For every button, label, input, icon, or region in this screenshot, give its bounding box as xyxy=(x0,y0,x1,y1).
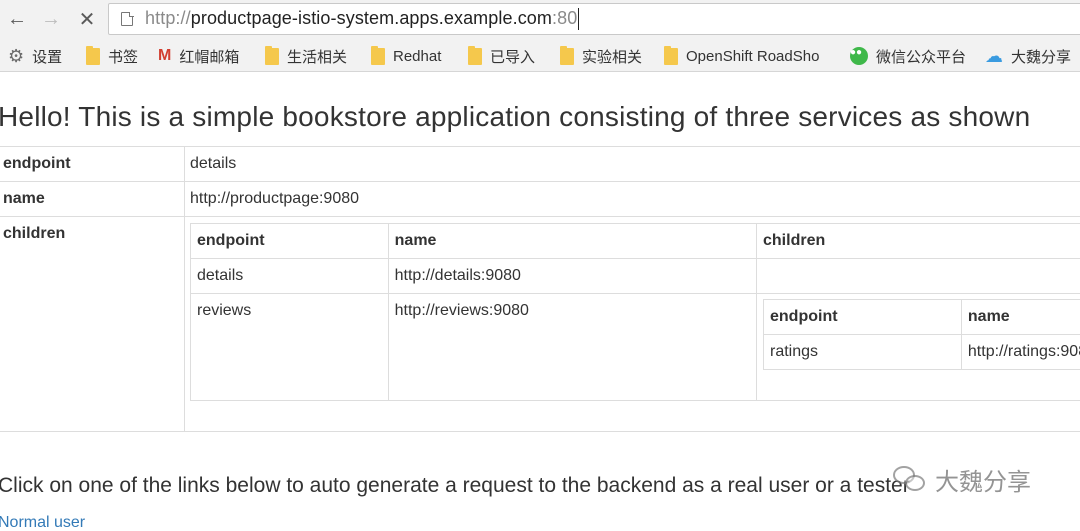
header-name: name xyxy=(960,299,1080,335)
browser-toolbar: ← → ✕ http://productpage-istio-system.ap… xyxy=(0,0,1080,40)
header-endpoint: endpoint xyxy=(763,299,962,335)
bookmark-redhat[interactable]: Redhat xyxy=(371,40,442,71)
forward-arrow-icon[interactable]: → xyxy=(38,6,64,32)
bookmark-label: 实验相关 xyxy=(582,48,643,66)
service-table: endpoint details name http://productpage… xyxy=(0,146,1080,432)
cell-children: endpoint name ratings http://ratings:908… xyxy=(756,293,1080,401)
bookmarks-bar: ⚙ 设置 书签 M 红帽邮箱 生活相关 Redhat 已导入 实验相关 OpenSh… xyxy=(0,40,1080,72)
bookmark-label: 微信公众平台 xyxy=(876,48,967,66)
cell-endpoint: details xyxy=(190,258,389,294)
cloud-icon: ☁ xyxy=(985,45,1003,66)
folder-icon xyxy=(468,45,482,65)
normal-user-link[interactable]: Normal user xyxy=(0,514,85,531)
endpoint-value: details xyxy=(184,146,1080,182)
page-icon xyxy=(121,11,134,26)
watermark: 大魏分享 xyxy=(893,462,1031,497)
bookmark-label: OpenShift RoadSho xyxy=(686,47,820,65)
bookmark-label: 生活相关 xyxy=(287,48,348,66)
bookmark-dawei[interactable]: ☁ 大魏分享 xyxy=(985,40,1072,71)
children-value: endpoint name children details http://de… xyxy=(184,216,1080,432)
url-port: :80 xyxy=(552,7,578,28)
bookmark-life[interactable]: 生活相关 xyxy=(265,40,348,71)
name-key: name xyxy=(0,181,185,217)
watermark-text: 大魏分享 xyxy=(935,469,1031,496)
gmail-icon: M xyxy=(158,47,172,64)
url-scheme: http:// xyxy=(145,7,191,28)
folder-icon xyxy=(86,45,100,65)
table-header-row: endpoint name xyxy=(763,299,1080,335)
table-row: children endpoint name children details … xyxy=(0,216,1080,432)
nested-children-table: endpoint name ratings http://ratings:908… xyxy=(763,299,1080,370)
folder-icon xyxy=(371,45,385,65)
folder-icon xyxy=(664,45,678,65)
table-row: name http://productpage:9080 xyxy=(0,181,1080,217)
cell-children xyxy=(756,258,1080,294)
bookmark-wechat[interactable]: ●● 微信公众平台 xyxy=(850,40,967,71)
address-bar[interactable]: http://productpage-istio-system.apps.exa… xyxy=(108,3,1080,35)
cell-endpoint: reviews xyxy=(190,293,389,401)
bookmark-label: 设置 xyxy=(32,48,63,66)
table-row: endpoint details xyxy=(0,146,1080,182)
text-caret xyxy=(578,8,580,31)
header-name: name xyxy=(387,223,758,259)
back-arrow-icon[interactable]: ← xyxy=(4,6,30,32)
cell-endpoint: ratings xyxy=(763,334,962,370)
folder-icon xyxy=(265,45,279,65)
bookmark-label: 红帽邮箱 xyxy=(179,48,240,66)
stop-loading-icon[interactable]: ✕ xyxy=(74,6,100,32)
children-key: children xyxy=(0,216,185,432)
bookmark-imported[interactable]: 已导入 xyxy=(468,40,536,71)
endpoint-key: endpoint xyxy=(0,146,185,182)
instructions-text: Click on one of the links below to auto … xyxy=(0,474,910,497)
table-row: ratings http://ratings:9080 xyxy=(763,334,1080,370)
wechat-icon: ●● xyxy=(850,47,868,65)
url-host: productpage-istio-system.apps.example.co… xyxy=(190,7,552,28)
header-children: children xyxy=(756,223,1080,259)
bookmark-label: 已导入 xyxy=(490,48,536,66)
bookmark-openshift-roadshow[interactable]: OpenShift RoadSho xyxy=(664,40,834,71)
children-table: endpoint name children details http://de… xyxy=(190,223,1080,401)
url-text[interactable]: http://productpage-istio-system.apps.exa… xyxy=(145,7,580,31)
table-row: reviews http://reviews:9080 endpoint nam… xyxy=(190,293,1080,401)
name-value: http://productpage:9080 xyxy=(184,181,1080,217)
chat-bubbles-icon xyxy=(893,465,927,494)
bookmark-redhat-mail[interactable]: M 红帽邮箱 xyxy=(158,40,240,71)
table-row: details http://details:9080 xyxy=(190,258,1080,294)
gear-icon: ⚙ xyxy=(8,45,25,66)
bookmark-labs[interactable]: 实验相关 xyxy=(560,40,643,71)
cell-name: http://details:9080 xyxy=(387,258,758,294)
folder-icon xyxy=(560,45,574,65)
page-title: Hello! This is a simple bookstore applic… xyxy=(0,101,1031,132)
cell-name: http://ratings:9080 xyxy=(960,334,1080,370)
bookmark-label: Redhat xyxy=(393,47,442,65)
bookmark-label: 大魏分享 xyxy=(1011,48,1072,66)
bookmark-settings[interactable]: ⚙ 设置 xyxy=(8,40,63,71)
header-endpoint: endpoint xyxy=(190,223,389,259)
bookmark-bookmarks[interactable]: 书签 xyxy=(86,40,139,71)
bookmark-label: 书签 xyxy=(108,48,139,66)
cell-name: http://reviews:9080 xyxy=(387,293,758,401)
table-header-row: endpoint name children xyxy=(190,223,1080,259)
